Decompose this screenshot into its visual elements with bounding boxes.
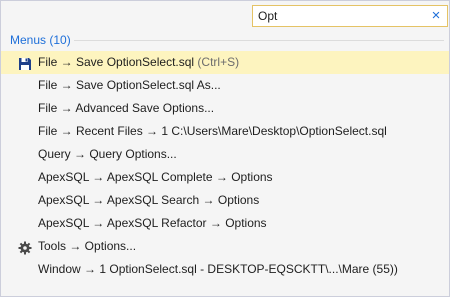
group-header-menus: Menus (10) [10, 33, 71, 47]
save-icon [18, 56, 32, 70]
result-item-tools-options[interactable]: Tools → Options... [1, 235, 449, 258]
result-item-apexsql-search[interactable]: ApexSQL → ApexSQL Search → Options [1, 189, 449, 212]
result-item-label: File → Recent Files → 1 C:\Users\Mare\De… [38, 124, 387, 138]
gear-icon [18, 240, 32, 255]
close-icon[interactable]: × [428, 7, 444, 25]
result-item-label: Query → Query Options... [38, 147, 177, 161]
result-item-label: ApexSQL → ApexSQL Refactor → Options [38, 216, 267, 230]
result-item-save[interactable]: File → Save OptionSelect.sql (Ctrl+S) [1, 51, 449, 74]
result-item-label: ApexSQL → ApexSQL Complete → Options [38, 170, 273, 184]
results-list: File → Save OptionSelect.sql (Ctrl+S) Fi… [1, 51, 449, 281]
result-item-recent-file[interactable]: File → Recent Files → 1 C:\Users\Mare\De… [1, 120, 449, 143]
result-item-label: ApexSQL → ApexSQL Search → Options [38, 193, 260, 207]
result-item-apexsql-complete[interactable]: ApexSQL → ApexSQL Complete → Options [1, 166, 449, 189]
group-divider [74, 40, 444, 41]
result-item-query-options[interactable]: Query → Query Options... [1, 143, 449, 166]
result-item-save-as[interactable]: File → Save OptionSelect.sql As... [1, 74, 449, 97]
shortcut-text: (Ctrl+S) [197, 55, 240, 69]
result-item-label: File → Save OptionSelect.sql As... [38, 78, 221, 92]
search-box[interactable]: × [252, 5, 448, 27]
result-item-label: File → Save OptionSelect.sql (Ctrl+S) [38, 55, 240, 69]
search-input[interactable] [258, 8, 423, 24]
result-item-advanced-save[interactable]: File → Advanced Save Options... [1, 97, 449, 120]
result-item-label: File → Advanced Save Options... [38, 101, 215, 115]
result-item-window[interactable]: Window → 1 OptionSelect.sql - DESKTOP-EQ… [1, 258, 449, 281]
result-item-label: Tools → Options... [38, 239, 137, 253]
result-item-label: Window → 1 OptionSelect.sql - DESKTOP-EQ… [38, 262, 398, 276]
quick-launch-panel: × Menus (10) File → Save OptionSelect.sq… [0, 0, 450, 297]
result-item-apexsql-refactor[interactable]: ApexSQL → ApexSQL Refactor → Options [1, 212, 449, 235]
